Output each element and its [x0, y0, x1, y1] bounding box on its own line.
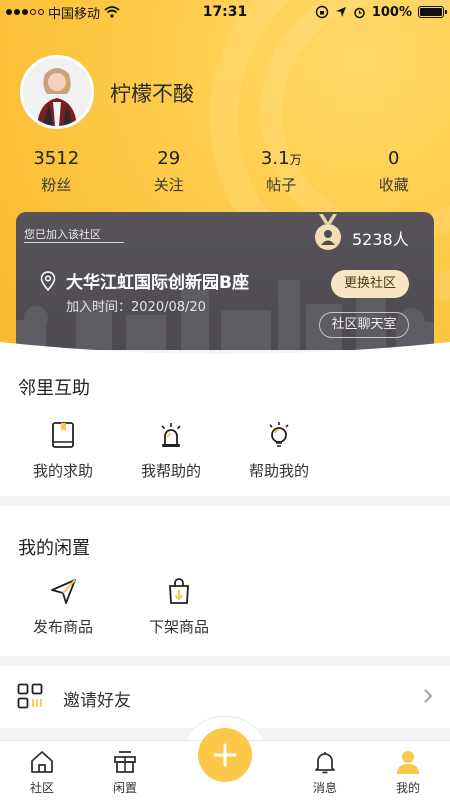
item-label: 我帮助的 — [140, 462, 201, 480]
item-label: 发布商品 — [32, 618, 93, 636]
stat-label: 关注 — [153, 176, 184, 194]
community-name: 大华江虹国际创新园B座 — [66, 273, 249, 293]
qr-code-icon — [17, 683, 43, 709]
invite-label: 邀请好友 — [63, 691, 131, 711]
send-icon — [51, 579, 76, 604]
tab-messages[interactable]: 消息 — [295, 749, 355, 796]
section-title: 邻里互助 — [18, 378, 90, 399]
stat-label: 收藏 — [378, 176, 409, 194]
medal-icon — [315, 214, 341, 250]
stat-favorites[interactable]: 0 收藏 — [338, 148, 450, 195]
avatar[interactable] — [20, 55, 94, 129]
i-helped-item[interactable]: 我帮助的 — [126, 420, 216, 481]
neighbor-help-section: 邻里互助 我的求助 我帮助的 帮助我的 — [0, 356, 450, 496]
item-label: 帮助我的 — [248, 462, 309, 480]
stat-value: 0 — [388, 148, 400, 169]
stat-posts[interactable]: 3.1万 帖子 — [225, 148, 338, 195]
plus-icon — [213, 743, 237, 767]
bag-down-icon — [169, 578, 189, 604]
stat-label: 粉丝 — [41, 176, 72, 194]
battery-icon — [418, 6, 447, 18]
home-icon — [31, 751, 53, 773]
join-time: 加入时间：2020/08/20 — [66, 300, 206, 315]
helped-me-item[interactable]: 帮助我的 — [234, 420, 324, 481]
joined-label: 您已加入该社区 — [24, 228, 101, 241]
book-icon — [52, 422, 74, 448]
stat-unit: 万 — [289, 153, 302, 167]
rotation-lock-icon — [315, 5, 329, 19]
stat-following[interactable]: 29 关注 — [113, 148, 226, 195]
tab-label: 社区 — [29, 781, 54, 795]
tab-idle[interactable]: 闲置 — [95, 749, 155, 796]
chevron-right-icon — [424, 689, 433, 703]
stat-fans[interactable]: 3512 粉丝 — [0, 148, 113, 195]
divider — [24, 242, 124, 243]
alarm-icon — [354, 7, 365, 18]
change-community-button[interactable]: 更换社区 — [331, 270, 409, 298]
item-label: 下架商品 — [148, 618, 209, 636]
tab-label: 消息 — [312, 781, 337, 795]
add-button[interactable] — [198, 728, 252, 782]
my-idle-section: 我的闲置 发布商品 下架商品 — [0, 506, 450, 656]
tab-community[interactable]: 社区 — [12, 749, 72, 796]
item-label: 我的求助 — [32, 462, 93, 480]
username: 柠檬不酸 — [110, 82, 194, 106]
header-curve — [0, 342, 450, 360]
status-bar: 中国移动 17:31 100% — [0, 0, 450, 24]
stat-value: 29 — [157, 148, 181, 169]
member-count: 5238人 — [352, 230, 409, 249]
lightbulb-icon — [269, 422, 289, 447]
bell-icon — [315, 752, 335, 774]
gift-box-icon — [114, 751, 136, 773]
stat-value: 3.1 — [260, 148, 290, 169]
stats-row: 3512 粉丝 29 关注 3.1万 帖子 0 收藏 — [0, 148, 450, 195]
delist-item[interactable]: 下架商品 — [134, 576, 224, 637]
location-icon — [335, 7, 346, 17]
stat-label: 帖子 — [266, 176, 297, 194]
my-requests-item[interactable]: 我的求助 — [18, 420, 108, 481]
battery-percent: 100% — [371, 4, 412, 20]
section-title: 我的闲置 — [18, 538, 90, 559]
tab-label: 闲置 — [112, 781, 137, 795]
user-icon — [397, 751, 419, 774]
stat-value: 3512 — [33, 148, 80, 169]
tab-mine[interactable]: 我的 — [378, 749, 438, 796]
location-pin-icon — [40, 271, 56, 291]
alarm-light-icon — [161, 423, 181, 447]
tab-label: 我的 — [395, 781, 420, 795]
publish-item[interactable]: 发布商品 — [18, 576, 108, 637]
